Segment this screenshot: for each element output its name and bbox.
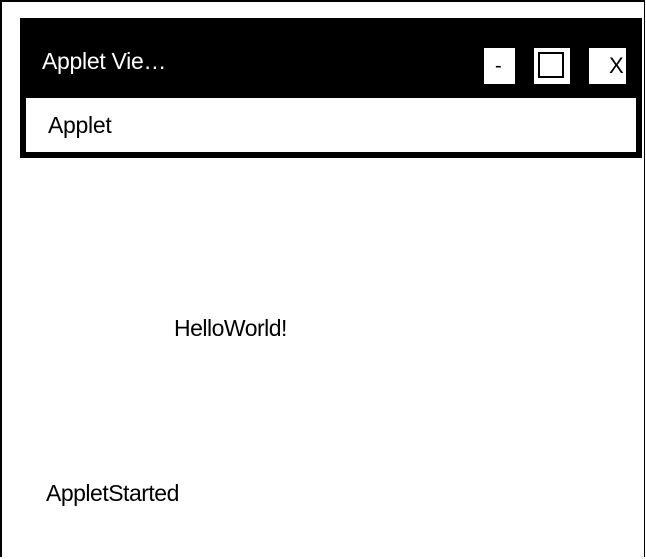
close-button[interactable]: X — [589, 48, 626, 84]
applet-canvas: HelloWorld! AppletStarted — [2, 158, 644, 559]
menu-item-applet[interactable]: Applet — [48, 112, 112, 139]
status-bar-text: AppletStarted — [46, 480, 179, 506]
title-bar[interactable]: Applet Vie… - X — [20, 18, 642, 92]
applet-viewer-window: Applet Vie… - X Applet HelloWorld! Apple… — [0, 0, 645, 557]
close-icon: X — [609, 53, 624, 78]
maximize-button[interactable] — [534, 48, 570, 84]
minimize-icon: - — [495, 55, 502, 77]
menu-bar: Applet — [20, 92, 642, 158]
applet-output-text: HelloWorld! — [174, 315, 287, 341]
maximize-icon — [538, 52, 564, 78]
window-title: Applet Vie… — [42, 48, 167, 74]
minimize-button[interactable]: - — [484, 48, 515, 84]
